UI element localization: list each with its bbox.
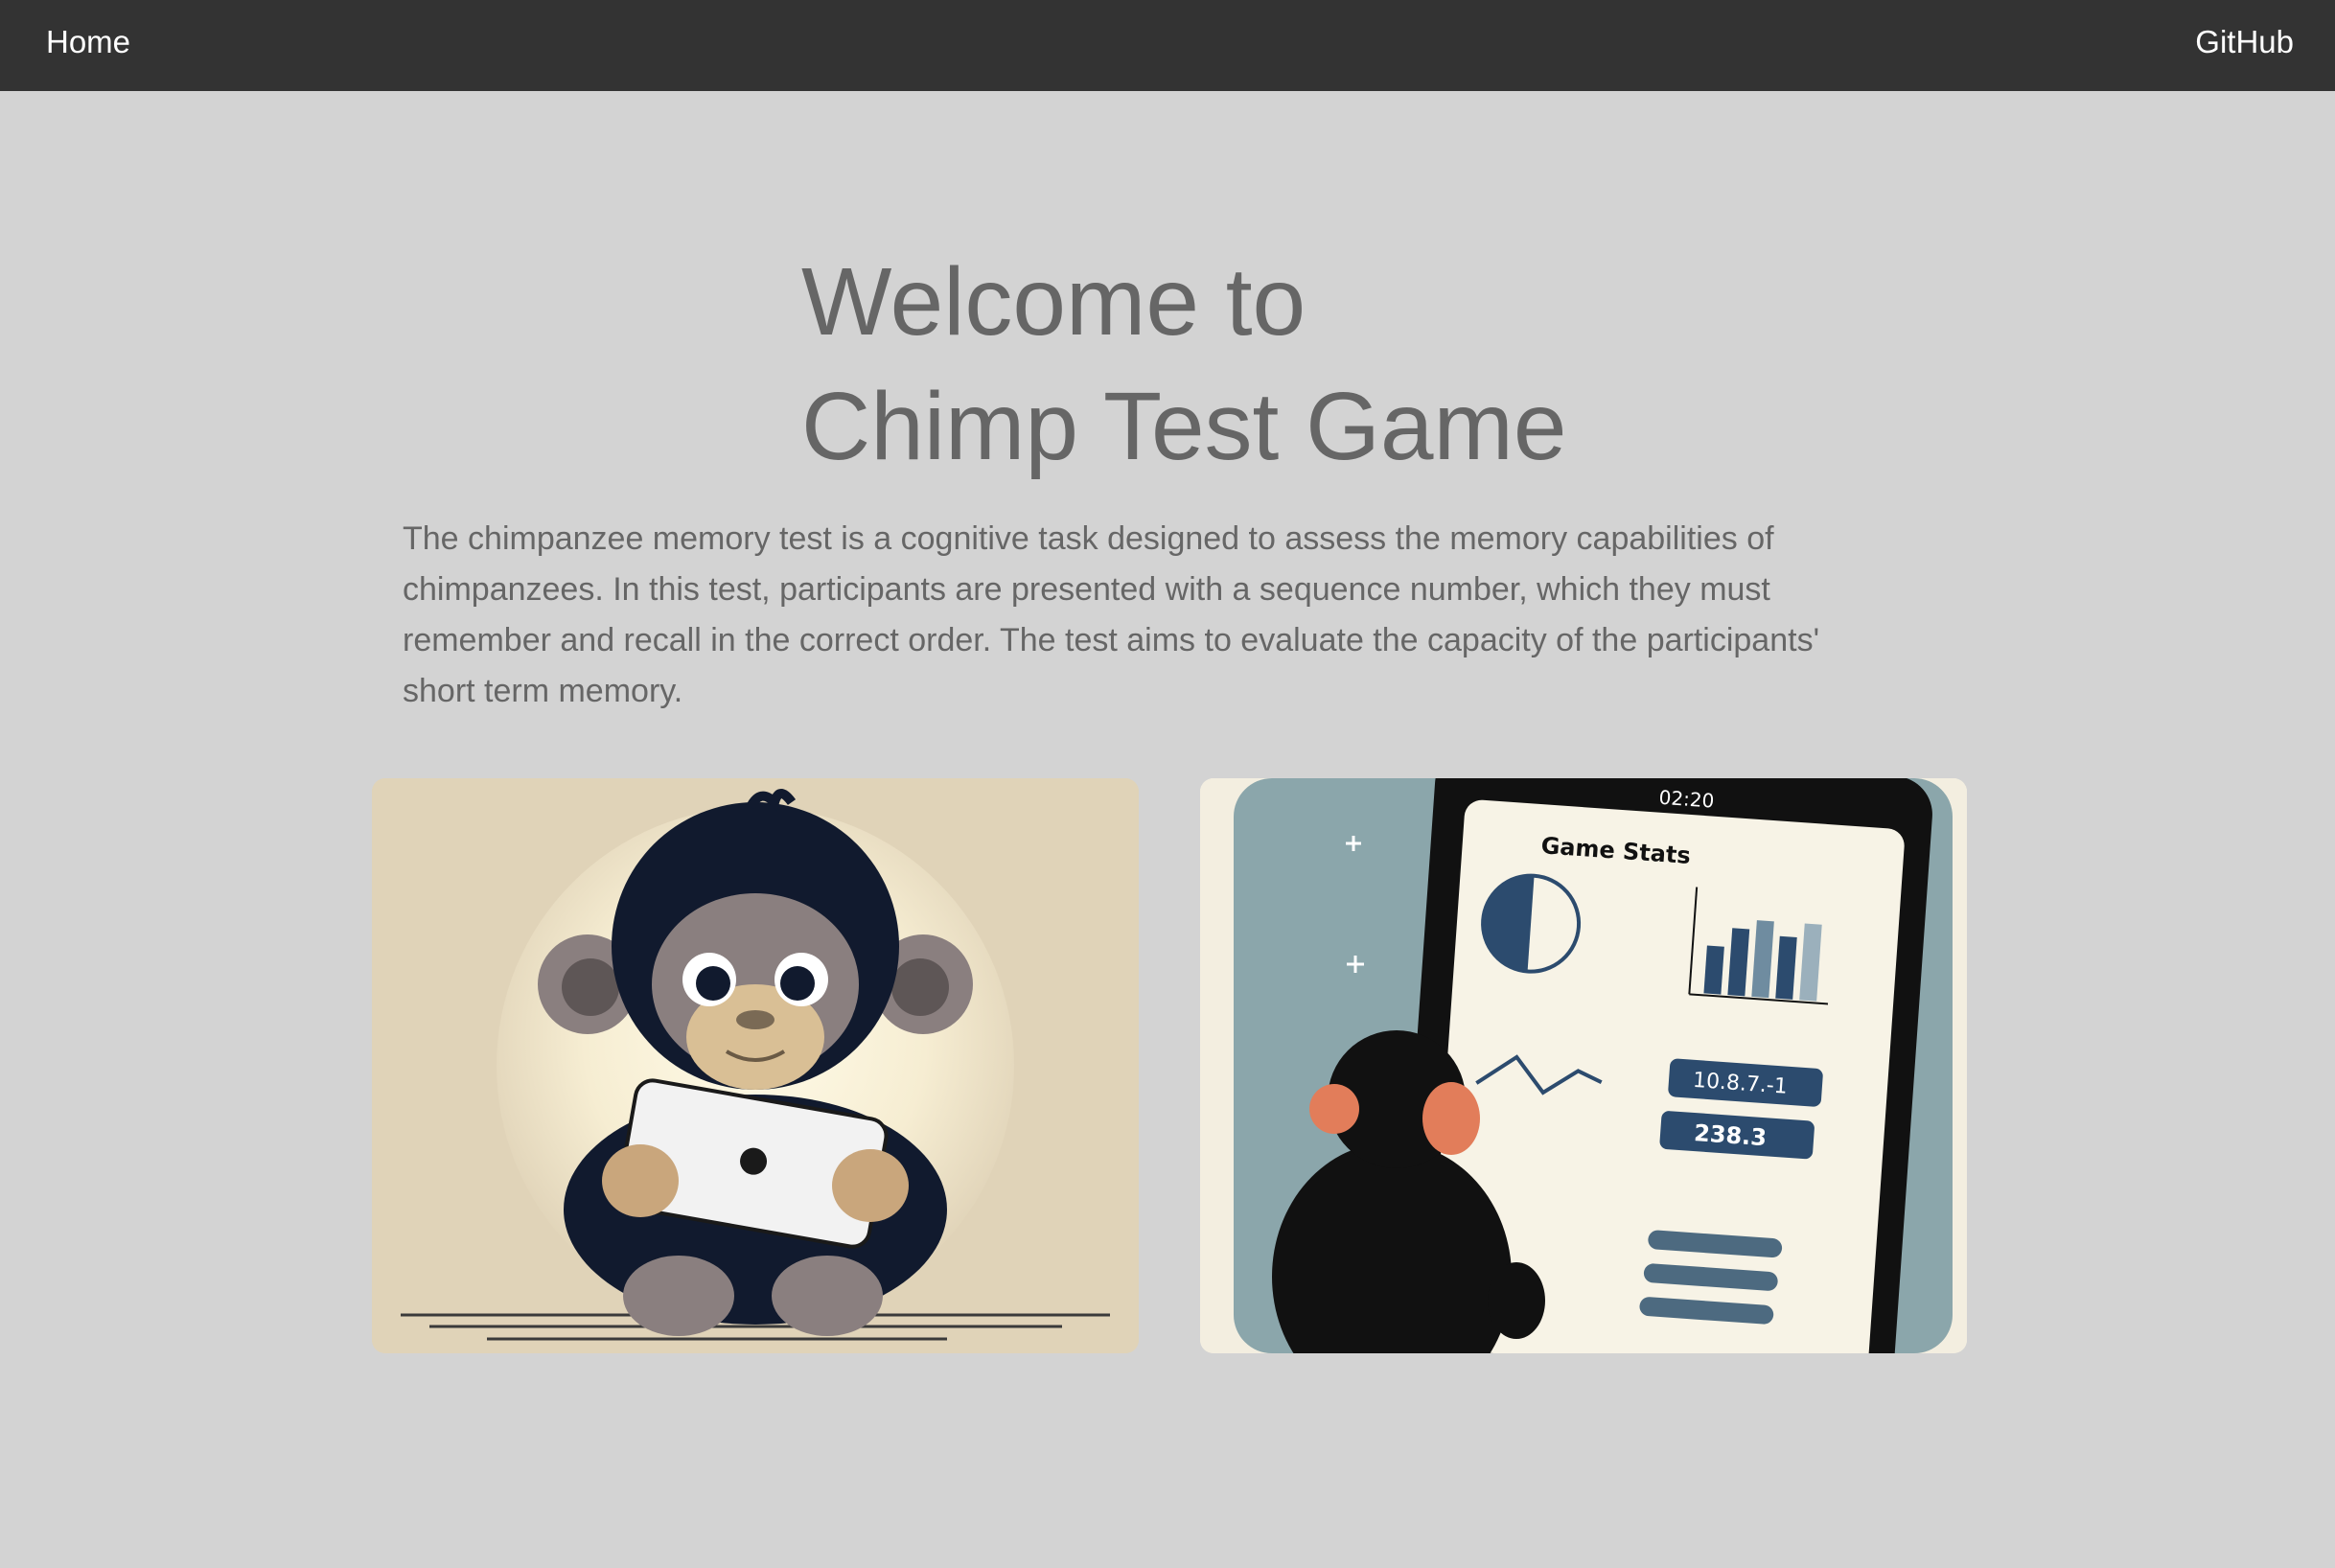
- page-title: Welcome to Chimp Test Game: [801, 240, 1760, 489]
- game-stats-image: 02:20 Game Stats 10.8.7.-1 238.3: [1200, 778, 1967, 1353]
- title-line-1: Welcome to: [801, 248, 1306, 356]
- chimp-viewing-game-stats-illustration: 02:20 Game Stats 10.8.7.-1 238.3: [1200, 778, 1967, 1353]
- chimp-with-tablet-illustration: [372, 778, 1139, 1353]
- intro-paragraph: The chimpanzee memory test is a cognitiv…: [403, 520, 1820, 709]
- chimp-tablet-image: [372, 778, 1139, 1353]
- tablet-time: 02:20: [1658, 786, 1715, 813]
- nav-github-link[interactable]: GitHub: [2195, 21, 2294, 63]
- nav-home-link[interactable]: Home: [46, 21, 130, 63]
- title-line-2: Chimp Test Game: [801, 373, 1567, 480]
- navbar: Home GitHub: [0, 0, 2335, 91]
- stat-b: 238.3: [1693, 1119, 1768, 1151]
